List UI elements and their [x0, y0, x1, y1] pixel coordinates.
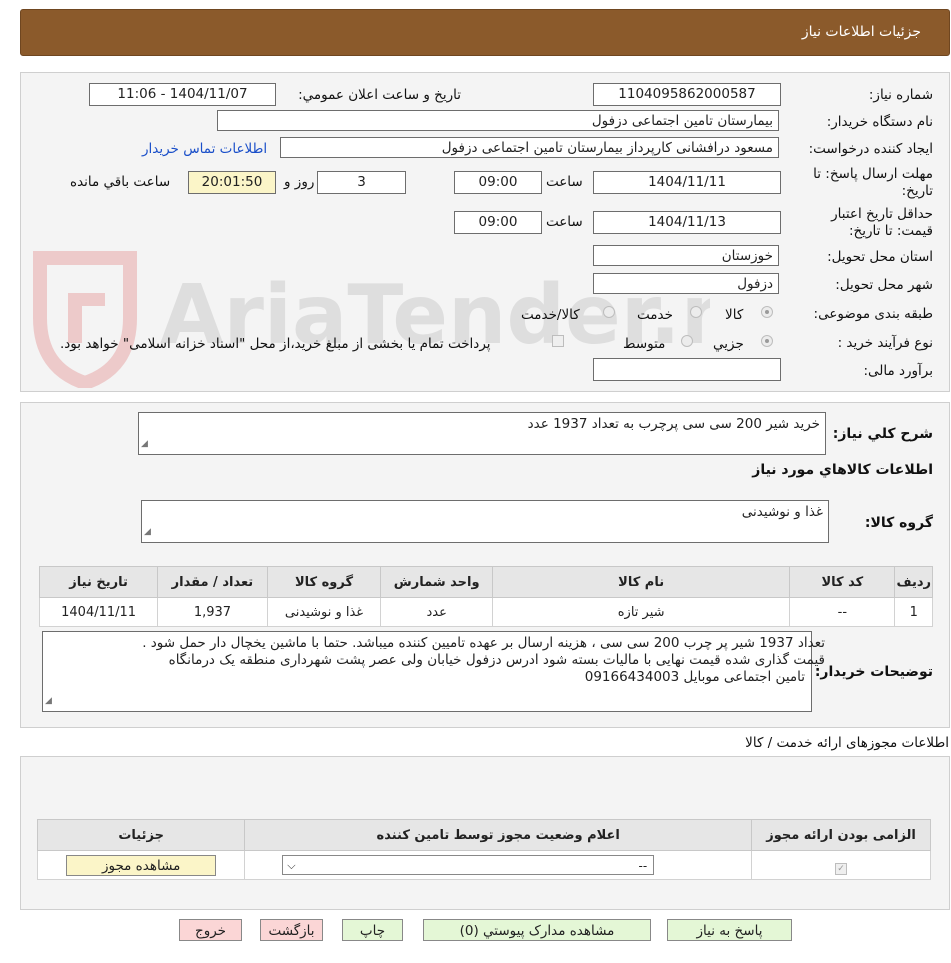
cell-permit-status: -- ⌵ [244, 850, 753, 880]
remaining-label: ساعت باقي مانده [70, 174, 171, 190]
deadline-time-label: ساعت [546, 174, 583, 190]
cell-permit-details: مشاهده مجوز [36, 850, 246, 880]
city-label: شهر محل تحویل: [835, 277, 933, 293]
category-goods-label: کالا [725, 307, 744, 323]
buyer-notes-textarea: تعداد 1937 شیر پر چرب 200 سی سی ، هزینه … [42, 631, 825, 712]
buyer-notes-line-1: تعداد 1937 شیر پر چرب 200 سی سی ، هزینه … [142, 635, 825, 651]
need-number-label: شماره نیاز: [868, 87, 933, 103]
col-group: گروه کالا [266, 566, 382, 598]
deadline-date-field: 1404/11/11 [593, 171, 781, 194]
table-row: 1 -- شیر تازه عدد غذا و نوشیدنی 1,937 14… [38, 597, 933, 627]
cell-date: 1404/11/11 [38, 597, 159, 627]
permit-required-checkbox: ✓ [835, 862, 848, 875]
city-field: دزفول [593, 273, 779, 294]
col-code: کد کالا [789, 566, 896, 598]
col-name: نام کالا [492, 566, 791, 598]
permits-table-header: الزامی بودن ارائه مجوز اعلام وضعیت مجوز … [36, 819, 931, 851]
treasury-payment-note: پرداخت تمام یا بخشی از مبلغ خرید،از محل … [60, 336, 491, 352]
exit-button[interactable]: خروج [179, 919, 242, 941]
page-title: جزئیات اطلاعات نیاز [801, 24, 921, 40]
category-both-label: کالا/خدمت [521, 307, 580, 323]
permit-status-select[interactable]: -- ⌵ [282, 855, 655, 875]
buyer-notes-line-3: تامین اجتماعی موبایل 09166434003 [584, 669, 805, 685]
category-service-label: خدمت [637, 307, 673, 323]
reply-button[interactable]: پاسخ به نیاز [667, 919, 792, 941]
cell-permit-required: ✓ [751, 850, 931, 880]
province-label: استان محل تحویل: [827, 249, 933, 265]
buyer-org-field: بیمارستان تامین اجتماعی دزفول [217, 110, 779, 131]
col-permit-details: جزئیات [36, 819, 246, 851]
cell-unit: عدد [380, 597, 494, 627]
goods-group-label: گروه کالا: [864, 515, 933, 531]
process-medium-label: متوسط [623, 336, 666, 352]
remaining-time-field: 20:01:50 [188, 171, 276, 194]
cell-row: 1 [894, 597, 933, 627]
summary-text: خرید شیر 200 سی سی پرچرب به تعداد 1937 ع… [527, 416, 820, 432]
permits-table: الزامی بودن ارائه مجوز اعلام وضعیت مجوز … [36, 819, 931, 880]
resize-grip-icon: ◢ [141, 439, 148, 449]
cell-name: شیر تازه [492, 597, 791, 627]
buyer-org-label: نام دستگاه خریدار: [826, 114, 933, 130]
days-field: 3 [317, 171, 406, 194]
creator-label: ایجاد کننده درخواست: [808, 141, 933, 157]
summary-textarea: خرید شیر 200 سی سی پرچرب به تعداد 1937 ع… [138, 412, 826, 455]
goods-group-textarea: غذا و نوشیدنی ◢ [141, 500, 829, 543]
col-qty: تعداد / مقدار [157, 566, 268, 598]
validity-time-label: ساعت [546, 214, 583, 230]
province-field: خوزستان [593, 245, 779, 266]
process-medium-radio[interactable] [681, 335, 693, 347]
category-goods-radio[interactable] [761, 306, 773, 318]
print-button[interactable]: چاپ [342, 919, 403, 941]
process-partial-label: جزیي [713, 336, 744, 352]
col-unit: واحد شمارش [380, 566, 494, 598]
table-row: ✓ -- ⌵ مشاهده مجوز [36, 850, 931, 880]
summary-label: شرح کلي نياز: [832, 426, 933, 442]
resize-grip-icon: ◢ [144, 527, 151, 537]
process-label: نوع فرآیند خرید : [837, 335, 933, 351]
view-permit-button[interactable]: مشاهده مجوز [66, 854, 217, 876]
goods-group-text: غذا و نوشیدنی [741, 504, 823, 520]
page-header: جزئیات اطلاعات نیاز [20, 9, 950, 56]
chevron-down-icon: ⌵ [287, 859, 296, 872]
goods-table: رديف کد کالا نام کالا واحد شمارش گروه کا… [38, 566, 933, 627]
permits-title: اطلاعات مجوزهای ارائه خدمت / کالا [745, 735, 949, 751]
cell-qty: 1,937 [157, 597, 268, 627]
category-label: طبقه بندی موضوعی: [813, 306, 933, 322]
buyer-notes-label: توضیحات خریدار: [814, 664, 933, 680]
validity-label: حداقل تاریخ اعتبار [831, 206, 933, 222]
deadline-label: مهلت ارسال پاسخ: تا [813, 166, 933, 182]
category-service-radio[interactable] [690, 306, 702, 318]
buyer-contact-link[interactable]: اطلاعات تماس خریدار [142, 141, 267, 157]
attachments-button[interactable]: مشاهده مدارک پیوستي (0) [423, 919, 651, 941]
validity-time-field: 09:00 [454, 211, 542, 234]
budget-field [593, 358, 781, 381]
cell-code: -- [789, 597, 896, 627]
announce-field: 1404/11/07 - 11:06 [89, 83, 276, 106]
permit-status-value: -- [638, 859, 648, 873]
deadline-label-2: تاریخ: [901, 183, 933, 199]
goods-info-title: اطلاعات کالاهاي مورد نياز [752, 462, 933, 478]
category-both-radio[interactable] [603, 306, 615, 318]
creator-field: مسعود درافشانی کارپرداز بیمارستان تامین … [280, 137, 779, 158]
buyer-notes-line-2: قیمت گذاری شده قیمت نهایی با مالیات بسته… [168, 652, 825, 668]
validity-label-2: قیمت: تا تاریخ: [849, 223, 933, 239]
col-date: تاریخ نیاز [38, 566, 159, 598]
budget-label: برآورد مالی: [863, 363, 933, 379]
treasury-payment-checkbox[interactable] [552, 335, 564, 347]
days-label: روز و [284, 174, 315, 190]
process-partial-radio[interactable] [761, 335, 773, 347]
need-number-field: 1104095862000587 [593, 83, 781, 106]
announce-label: تاریخ و ساعت اعلان عمومي: [298, 87, 461, 103]
cell-group: غذا و نوشیدنی [266, 597, 382, 627]
col-permit-status: اعلام وضعیت مجوز توسط تامین کننده [244, 819, 753, 851]
col-row: رديف [894, 566, 933, 598]
goods-table-header: رديف کد کالا نام کالا واحد شمارش گروه کا… [38, 566, 933, 598]
resize-grip-icon: ◢ [45, 696, 52, 706]
back-button[interactable]: بازگشت [260, 919, 323, 941]
deadline-time-field: 09:00 [454, 171, 542, 194]
validity-date-field: 1404/11/13 [593, 211, 781, 234]
col-permit-required: الزامی بودن ارائه مجوز [751, 819, 931, 851]
